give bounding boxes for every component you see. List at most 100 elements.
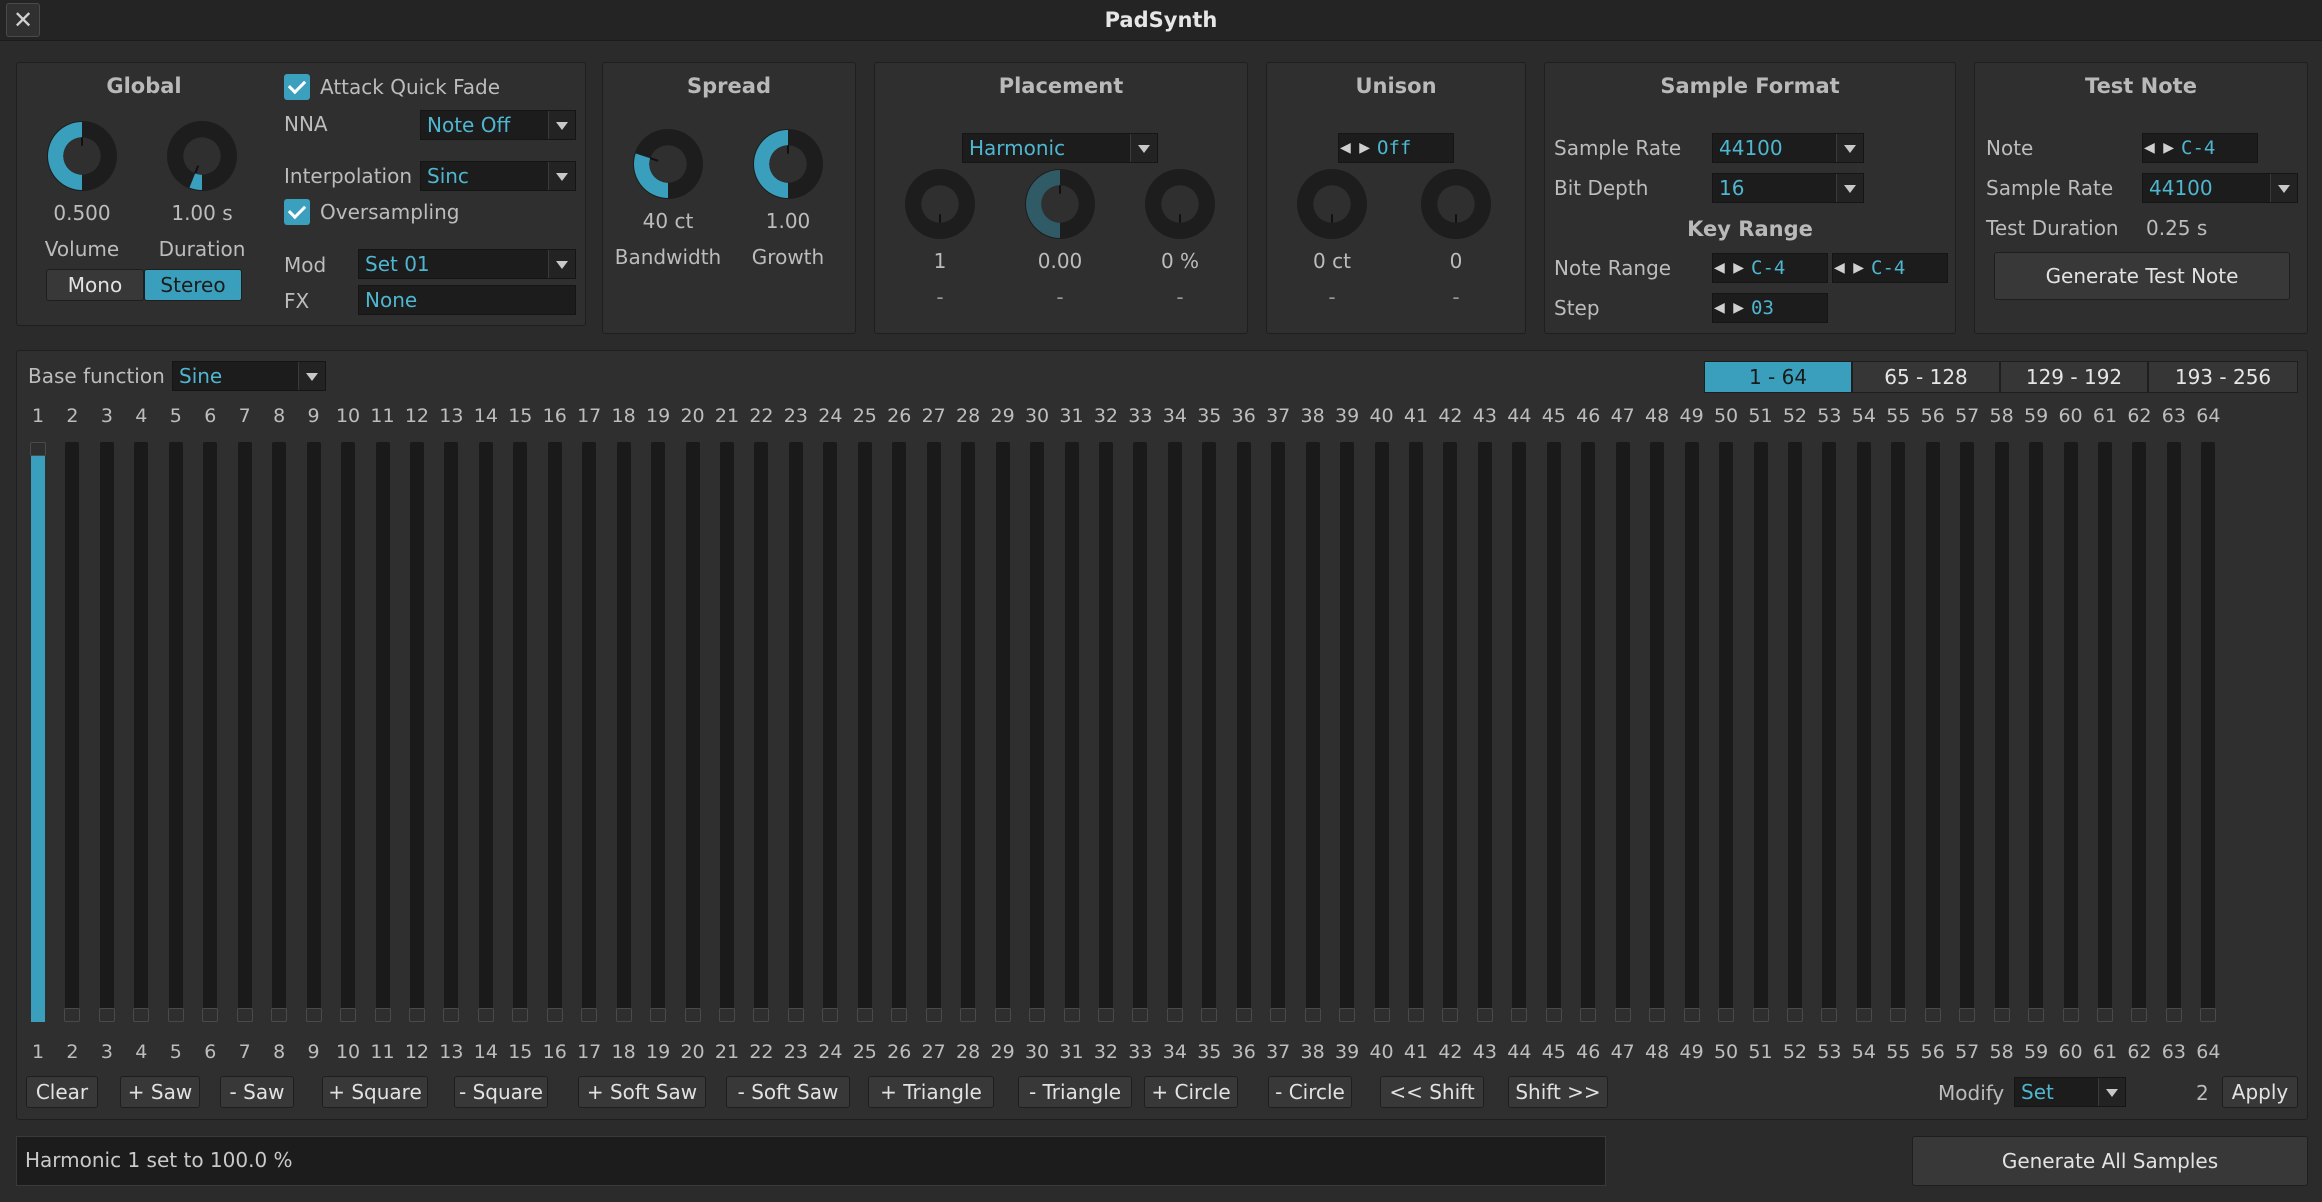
minus-soft-saw-button[interactable]: - Soft Saw [726,1076,850,1108]
harmonic-slider-handle[interactable] [374,1008,391,1022]
harmonic-slider-18[interactable] [615,442,632,1022]
clear-button[interactable]: Clear [26,1076,98,1108]
harmonic-slider-28[interactable] [960,442,977,1022]
harmonic-slider-26[interactable] [891,442,908,1022]
harmonic-slider-handle[interactable] [202,1008,219,1022]
harmonic-slider-handle[interactable] [960,1008,977,1022]
harmonic-slider-34[interactable] [1166,442,1183,1022]
harmonic-slider-44[interactable] [1511,442,1528,1022]
harmonic-slider-handle[interactable] [477,1008,494,1022]
placement-knob-2[interactable] [1024,168,1096,240]
harmonic-slider-handle[interactable] [271,1008,288,1022]
harmonic-slider-handle[interactable] [1339,1008,1356,1022]
spinner-arrows-icon[interactable]: ◀ ▶ [2143,134,2177,162]
harmonic-slider-55[interactable] [1890,442,1907,1022]
harmonic-slider-handle[interactable] [1511,1008,1528,1022]
placement-mode-select[interactable]: Harmonic [962,133,1158,163]
harmonic-slider-13[interactable] [443,442,460,1022]
harmonic-slider-handle[interactable] [1924,1008,1941,1022]
unison-voices-spinner[interactable]: ◀ ▶ Off [1338,133,1454,163]
minus-circle-button[interactable]: - Circle [1268,1076,1352,1108]
harmonic-slider-19[interactable] [650,442,667,1022]
harmonic-slider-64[interactable] [2200,442,2217,1022]
harmonic-slider-25[interactable] [856,442,873,1022]
harmonic-slider-7[interactable] [236,442,253,1022]
spinner-arrows-icon[interactable]: ◀ ▶ [1713,294,1747,322]
duration-knob[interactable] [166,120,238,192]
harmonic-slider-16[interactable] [546,442,563,1022]
harmonic-slider-handle[interactable] [856,1008,873,1022]
harmonic-slider-22[interactable] [753,442,770,1022]
oversampling-checkbox[interactable] [284,199,310,225]
plus-triangle-button[interactable]: + Triangle [868,1076,994,1108]
attack-quick-fade-checkbox[interactable] [284,74,310,100]
base-function-select[interactable]: Sine [172,361,326,391]
harmonic-slider-handle[interactable] [2200,1008,2217,1022]
harmonic-slider-15[interactable] [512,442,529,1022]
harmonic-slider-50[interactable] [1718,442,1735,1022]
harmonic-slider-56[interactable] [1924,442,1941,1022]
plus-square-button[interactable]: + Square [322,1076,428,1108]
modify-select[interactable]: Set [2014,1077,2126,1107]
harmonic-slider-10[interactable] [340,442,357,1022]
test-note-spinner[interactable]: ◀ ▶ C-4 [2142,133,2258,163]
harmonic-slider-61[interactable] [2097,442,2113,1022]
harmonic-slider-handle[interactable] [753,1008,770,1022]
harmonic-slider-62[interactable] [2131,442,2148,1022]
minus-saw-button[interactable]: - Saw [220,1076,294,1108]
harmonic-slider-handle[interactable] [787,1008,804,1022]
harmonic-slider-5[interactable] [167,442,184,1022]
harmonic-slider-35[interactable] [1201,442,1218,1022]
harmonic-slider-handle[interactable] [1752,1008,1769,1022]
close-button[interactable]: ✕ [6,3,40,37]
harmonic-slider-9[interactable] [305,442,322,1022]
harmonic-slider-handle[interactable] [994,1008,1011,1022]
harmonic-slider-handle[interactable] [1993,1008,2010,1022]
harmonic-slider-1[interactable] [30,442,46,1022]
tab-harmonics-65-128[interactable]: 65 - 128 [1852,361,2000,393]
shift-right-button[interactable]: Shift >> [1508,1076,1608,1108]
harmonic-slider-handle[interactable] [408,1008,425,1022]
harmonic-slider-handle[interactable] [1373,1008,1390,1022]
harmonic-slider-handle[interactable] [1786,1008,1803,1022]
sample-rate-select[interactable]: 44100 [1712,133,1864,163]
harmonic-slider-39[interactable] [1339,442,1356,1022]
harmonic-slider-38[interactable] [1304,442,1321,1022]
harmonic-slider-handle[interactable] [1683,1008,1700,1022]
harmonic-slider-handle[interactable] [2097,1008,2113,1022]
mono-button[interactable]: Mono [46,269,144,301]
harmonic-slider-52[interactable] [1786,442,1803,1022]
harmonic-slider-24[interactable] [822,442,839,1022]
harmonic-slider-handle[interactable] [236,1008,253,1022]
harmonic-slider-handle[interactable] [133,1008,150,1022]
harmonic-slider-31[interactable] [1063,442,1080,1022]
fx-field[interactable]: None [358,285,576,315]
harmonic-slider-handle[interactable] [64,1008,81,1022]
harmonic-slider-54[interactable] [1855,442,1872,1022]
harmonic-slider-49[interactable] [1683,442,1700,1022]
harmonic-slider-handle[interactable] [1132,1008,1149,1022]
volume-knob[interactable] [46,120,118,192]
harmonic-slider-handle[interactable] [2062,1008,2079,1022]
harmonic-slider-handle[interactable] [1718,1008,1735,1022]
harmonic-slider-handle[interactable] [98,1008,115,1022]
harmonic-slider-handle[interactable] [1029,1008,1046,1022]
plus-soft-saw-button[interactable]: + Soft Saw [578,1076,706,1108]
harmonic-slider-59[interactable] [2028,442,2045,1022]
harmonic-slider-53[interactable] [1821,442,1838,1022]
bit-depth-select[interactable]: 16 [1712,173,1864,203]
harmonic-slider-handle[interactable] [1580,1008,1597,1022]
harmonic-slider-handle[interactable] [167,1008,184,1022]
harmonic-slider-14[interactable] [477,442,494,1022]
harmonic-slider-handle[interactable] [1063,1008,1080,1022]
generate-test-note-button[interactable]: Generate Test Note [1994,252,2290,300]
harmonic-slider-handle[interactable] [1821,1008,1838,1022]
harmonic-slider-37[interactable] [1270,442,1287,1022]
tab-harmonics-1-64[interactable]: 1 - 64 [1704,361,1852,393]
spinner-arrows-icon[interactable]: ◀ ▶ [1713,254,1747,282]
note-range-low-spinner[interactable]: ◀ ▶ C-4 [1712,253,1828,283]
note-range-high-spinner[interactable]: ◀ ▶ C-4 [1832,253,1948,283]
harmonic-slider-handle[interactable] [30,442,46,456]
harmonic-slider-handle[interactable] [1890,1008,1907,1022]
harmonic-slider-8[interactable] [271,442,288,1022]
